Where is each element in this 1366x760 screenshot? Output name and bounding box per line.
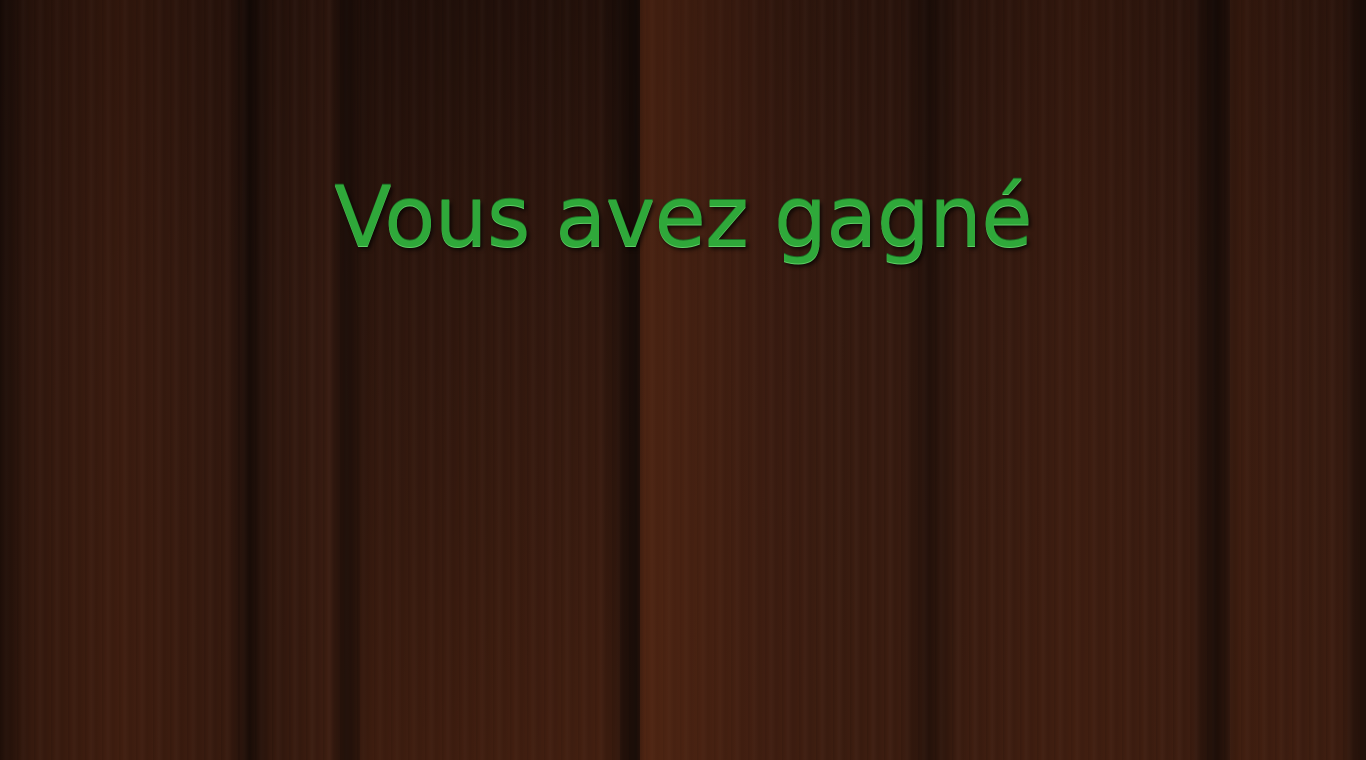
wood-plank-highlight — [0, 0, 240, 760]
wood-plank-highlight — [960, 0, 1200, 760]
wood-plank-highlight — [1230, 0, 1350, 760]
wood-plank-highlight — [360, 0, 620, 760]
win-message: Vous avez gagné — [334, 168, 1033, 266]
wood-plank-highlight — [640, 0, 860, 760]
